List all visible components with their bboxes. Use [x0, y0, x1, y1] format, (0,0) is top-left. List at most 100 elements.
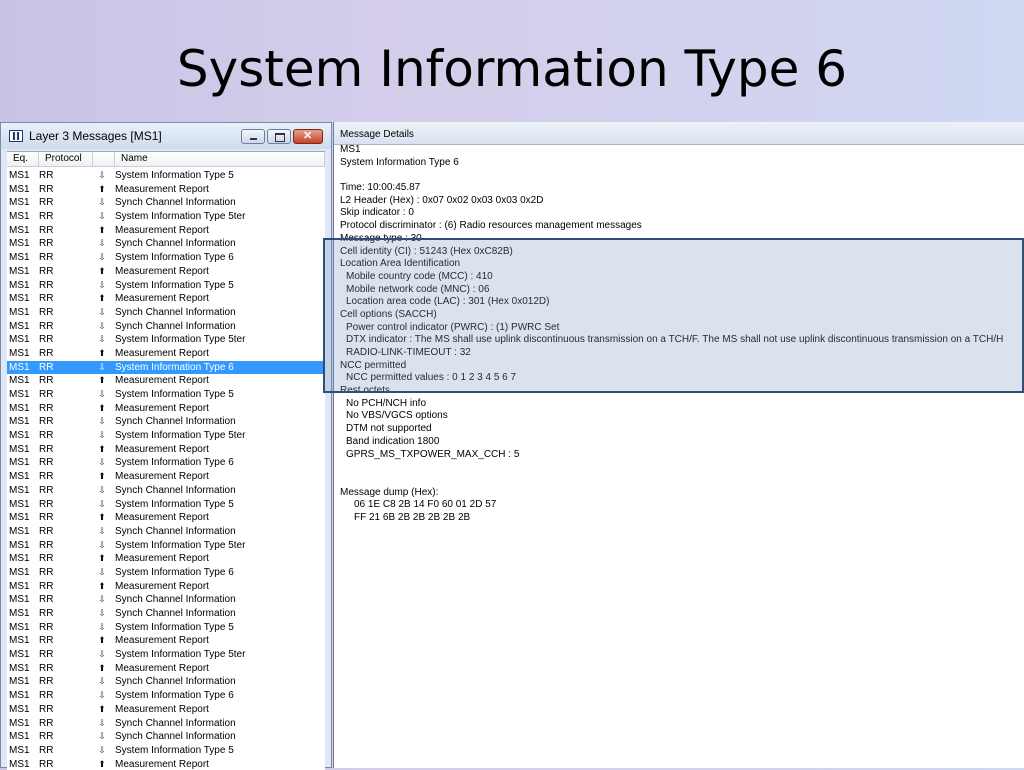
minimize-button[interactable] [241, 129, 265, 144]
table-row[interactable]: MS1 RR ⇩ System Information Type 5 [7, 279, 325, 293]
row-name: Synch Channel Information [115, 525, 236, 537]
row-eq: MS1 [9, 347, 30, 359]
table-row[interactable]: MS1 RR ⬆ Measurement Report [7, 402, 325, 416]
table-row[interactable]: MS1 RR ⬆ Measurement Report [7, 580, 325, 594]
row-protocol: RR [39, 594, 54, 606]
table-row[interactable]: MS1 RR ⇩ System Information Type 5 [7, 388, 325, 402]
table-row[interactable]: MS1 RR ⇩ System Information Type 5ter [7, 648, 325, 662]
table-row[interactable]: MS1 RR ⬆ Measurement Report [7, 470, 325, 484]
arrow-up-icon: ⬆ [98, 224, 106, 235]
table-row[interactable]: MS1 RR ⇩ Synch Channel Information [7, 593, 325, 607]
message-details-window: Message Details MS1 System Information Ty… [333, 122, 1024, 768]
column-header-name[interactable]: Name [115, 152, 325, 167]
messages-list[interactable]: Eq. Protocol Name MS1 RR ⇩ System Informati… [7, 151, 325, 770]
table-row[interactable]: MS1 RR ⇩ System Information Type 5 [7, 169, 325, 183]
row-eq: MS1 [9, 320, 30, 332]
table-row[interactable]: MS1 RR ⇩ Synch Channel Information [7, 306, 325, 320]
detail-line: No PCH/NCH info [346, 397, 427, 409]
row-protocol: RR [39, 621, 54, 633]
row-name: System Information Type 5 [115, 621, 234, 633]
column-header-eq[interactable]: Eq. [7, 152, 39, 167]
table-row[interactable]: MS1 RR ⇩ Synch Channel Information [7, 415, 325, 429]
row-name: Measurement Report [115, 347, 209, 359]
row-name: Measurement Report [115, 471, 209, 483]
detail-line: FF 21 6B 2B 2B 2B 2B 2B [354, 511, 471, 523]
table-row[interactable]: MS1 RR ⇩ Synch Channel Information [7, 730, 325, 744]
table-row[interactable]: MS1 RR ⇩ System Information Type 5 [7, 621, 325, 635]
detail-line: Skip indicator : 0 [340, 207, 414, 219]
arrow-down-icon: ⇩ [98, 306, 106, 317]
table-row[interactable]: MS1 RR ⬆ Measurement Report [7, 552, 325, 566]
table-row[interactable]: MS1 RR ⇩ Synch Channel Information [7, 717, 325, 731]
table-row[interactable]: MS1 RR ⬆ Measurement Report [7, 374, 325, 388]
table-row[interactable]: MS1 RR ⬆ Measurement Report [7, 443, 325, 457]
table-row[interactable]: MS1 RR ⇩ System Information Type 5ter [7, 539, 325, 553]
row-name: System Information Type 5 [115, 279, 234, 291]
table-row[interactable]: MS1 RR ⇩ System Information Type 6 [7, 360, 325, 375]
column-header-protocol[interactable]: Protocol [39, 152, 93, 167]
row-protocol: RR [39, 430, 54, 442]
row-protocol: RR [39, 457, 54, 469]
table-row[interactable]: MS1 RR ⇩ System Information Type 6 [7, 566, 325, 580]
row-name: Measurement Report [115, 703, 209, 715]
table-row[interactable]: MS1 RR ⇩ System Information Type 6 [7, 251, 325, 265]
close-button[interactable] [293, 129, 323, 144]
table-row[interactable]: MS1 RR ⬆ Measurement Report [7, 183, 325, 197]
row-eq: MS1 [9, 471, 30, 483]
arrow-down-icon: ⇩ [98, 676, 106, 687]
table-row[interactable]: MS1 RR ⇩ Synch Channel Information [7, 237, 325, 251]
table-row[interactable]: MS1 RR ⇩ System Information Type 5ter [7, 210, 325, 224]
table-row[interactable]: MS1 RR ⬆ Measurement Report [7, 511, 325, 525]
table-row[interactable]: MS1 RR ⇩ Synch Channel Information [7, 484, 325, 498]
table-row[interactable]: MS1 RR ⬆ Measurement Report [7, 265, 325, 279]
table-row[interactable]: MS1 RR ⬆ Measurement Report [7, 758, 325, 770]
detail-line: MS1 [340, 144, 361, 155]
row-eq: MS1 [9, 430, 30, 442]
table-row[interactable]: MS1 RR ⇩ System Information Type 5ter [7, 429, 325, 443]
row-protocol: RR [39, 717, 54, 729]
row-protocol: RR [39, 690, 54, 702]
detail-line [340, 169, 1022, 182]
table-row[interactable]: MS1 RR ⇩ Synch Channel Information [7, 525, 325, 539]
row-protocol: RR [39, 293, 54, 305]
table-row[interactable]: MS1 RR ⇩ System Information Type 5ter [7, 333, 325, 347]
row-name: System Information Type 5 [115, 170, 234, 181]
table-row[interactable]: MS1 RR ⬆ Measurement Report [7, 292, 325, 306]
table-row[interactable]: MS1 RR ⇩ Synch Channel Information [7, 675, 325, 689]
maximize-button[interactable] [267, 129, 291, 144]
row-eq: MS1 [9, 197, 30, 209]
table-row[interactable]: MS1 RR ⇩ System Information Type 6 [7, 689, 325, 703]
row-protocol: RR [39, 334, 54, 346]
row-eq: MS1 [9, 389, 30, 400]
table-row[interactable]: MS1 RR ⬆ Measurement Report [7, 347, 325, 361]
detail-line: System Information Type 6 [340, 156, 459, 168]
row-name: Synch Channel Information [115, 416, 236, 428]
row-eq: MS1 [9, 539, 30, 551]
arrow-down-icon: ⇩ [98, 566, 106, 577]
arrow-down-icon: ⇩ [98, 416, 106, 427]
arrow-down-icon: ⇩ [98, 690, 106, 701]
row-protocol: RR [39, 580, 54, 592]
table-row[interactable]: MS1 RR ⇩ System Information Type 5 [7, 498, 325, 512]
table-row[interactable]: MS1 RR ⇩ Synch Channel Information [7, 320, 325, 334]
row-eq: MS1 [9, 375, 30, 387]
table-row[interactable]: MS1 RR ⇩ System Information Type 5 [7, 744, 325, 758]
table-row[interactable]: MS1 RR ⇩ System Information Type 6 [7, 456, 325, 470]
message-rows: MS1 RR ⇩ System Information Type 5 MS1 RR ⬆ Mea… [7, 169, 325, 770]
row-name: System Information Type 6 [115, 566, 234, 578]
column-header-direction[interactable] [93, 152, 115, 167]
window-titlebar[interactable]: Layer 3 Messages [MS1] [1, 123, 331, 149]
table-row[interactable]: MS1 RR ⬆ Measurement Report [7, 703, 325, 717]
row-eq: MS1 [9, 498, 30, 510]
table-row[interactable]: MS1 RR ⬆ Measurement Report [7, 634, 325, 648]
table-row[interactable]: MS1 RR ⇩ Synch Channel Information [7, 607, 325, 621]
row-eq: MS1 [9, 443, 30, 455]
table-row[interactable]: MS1 RR ⬆ Measurement Report [7, 662, 325, 676]
table-row[interactable]: MS1 RR ⇩ Synch Channel Information [7, 196, 325, 210]
row-name: System Information Type 5ter [115, 430, 246, 442]
detail-line: Message dump (Hex): [340, 486, 439, 498]
arrow-up-icon: ⬆ [98, 471, 106, 482]
table-row[interactable]: MS1 RR ⬆ Measurement Report [7, 224, 325, 238]
arrow-down-icon: ⇩ [98, 457, 106, 468]
detail-line: L2 Header (Hex) : 0x07 0x02 0x03 0x03 0x… [340, 194, 544, 206]
